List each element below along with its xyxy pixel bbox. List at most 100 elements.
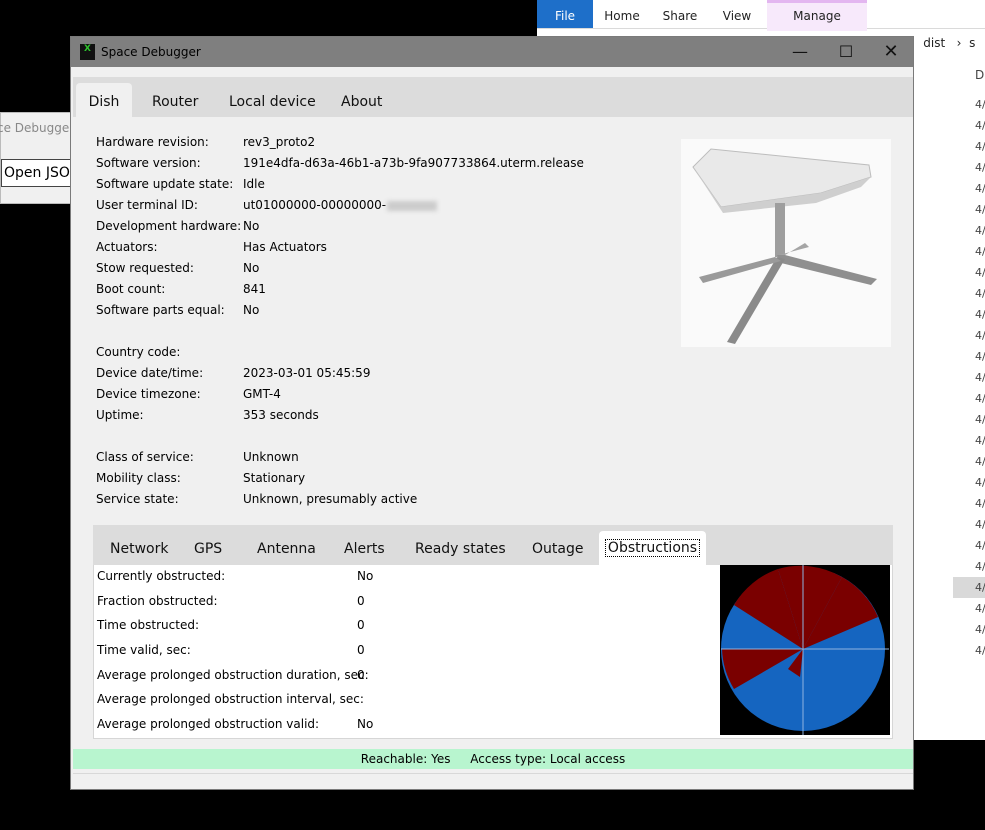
- explorer-breadcrumb[interactable]: › dist › s: [907, 36, 975, 50]
- date-cell[interactable]: 4/: [975, 518, 985, 531]
- obstruction-field-value: No: [357, 569, 374, 583]
- ribbon-tab-home[interactable]: Home: [595, 0, 649, 28]
- date-cell[interactable]: 4/: [975, 413, 985, 426]
- date-cell[interactable]: 4/: [975, 539, 985, 552]
- date-cell[interactable]: 4/: [975, 434, 985, 447]
- status-reachable: Reachable: Yes: [360, 752, 451, 766]
- dish-field-value-text: 841: [243, 282, 266, 296]
- obstruction-field-label: Currently obstructed:: [97, 569, 226, 583]
- obstruction-field-label: Time obstructed:: [97, 618, 199, 632]
- date-cell[interactable]: 4/: [975, 581, 985, 594]
- date-cell[interactable]: 4/: [975, 455, 985, 468]
- maximize-button[interactable]: ☐: [823, 37, 869, 67]
- tab-antenna[interactable]: Antenna: [257, 533, 316, 565]
- dish-field-value-text: Stationary: [243, 471, 306, 485]
- ribbon-tab-file[interactable]: File: [537, 0, 593, 28]
- ribbon-tab-view[interactable]: View: [711, 0, 763, 28]
- date-cell[interactable]: 4/: [975, 560, 985, 573]
- breadcrumb-next[interactable]: s: [969, 36, 975, 50]
- tab-dish[interactable]: Dish: [76, 83, 132, 117]
- tab-about[interactable]: About: [341, 81, 382, 117]
- dish-field-value: Unknown: [243, 450, 299, 464]
- date-cell[interactable]: 4/: [975, 308, 985, 321]
- dish-field-label: Actuators:: [96, 240, 158, 254]
- ribbon-tab-share[interactable]: Share: [653, 0, 707, 28]
- tab-ready-states[interactable]: Ready states: [415, 533, 506, 565]
- dish-field-label: Development hardware:: [96, 219, 242, 233]
- obstruction-field-label: Fraction obstructed:: [97, 594, 218, 608]
- date-cell[interactable]: 4/: [975, 182, 985, 195]
- ribbon-tab-manage[interactable]: Manage: [767, 0, 867, 31]
- date-cell[interactable]: 4/: [975, 644, 985, 657]
- date-cell[interactable]: 4/: [975, 203, 985, 216]
- tab-obstructions-label: Obstructions: [604, 539, 701, 557]
- date-cell[interactable]: 4/: [975, 497, 985, 510]
- dish-field-label: Device timezone:: [96, 387, 201, 401]
- date-cell[interactable]: 4/: [975, 98, 985, 111]
- tab-outage[interactable]: Outage: [532, 533, 583, 565]
- obstruction-field-value: 0: [357, 643, 365, 657]
- obstruction-map: [720, 565, 890, 735]
- date-cell[interactable]: 4/: [975, 371, 985, 384]
- window-title: Space Debugger: [101, 45, 201, 59]
- dish-field-value: No: [243, 303, 259, 317]
- date-cell[interactable]: 4/: [975, 140, 985, 153]
- date-cell[interactable]: 4/: [975, 245, 985, 258]
- dish-field-label: Class of service:: [96, 450, 194, 464]
- space-debugger-window: X Space Debugger — ☐ ✕ Dish Router Local…: [70, 36, 914, 790]
- date-cell[interactable]: 4/: [975, 266, 985, 279]
- date-column-header[interactable]: Da: [975, 68, 985, 82]
- dish-field-label: Mobility class:: [96, 471, 181, 485]
- dish-field-value: GMT-4: [243, 387, 281, 401]
- title-bar[interactable]: X Space Debugger — ☐ ✕: [71, 37, 913, 67]
- dish-field-label: Software parts equal:: [96, 303, 225, 317]
- dish-field-label: Stow requested:: [96, 261, 194, 275]
- dish-field-value: rev3_proto2: [243, 135, 315, 149]
- date-cell[interactable]: 4/: [975, 119, 985, 132]
- tab-router[interactable]: Router: [152, 81, 198, 117]
- dish-image: [681, 139, 891, 347]
- date-cell[interactable]: 4/: [975, 224, 985, 237]
- dish-field-label: Device date/time:: [96, 366, 204, 380]
- date-cell[interactable]: 4/: [975, 287, 985, 300]
- dish-field-label: Hardware revision:: [96, 135, 209, 149]
- dish-field-value: No: [243, 261, 259, 275]
- breadcrumb-dist[interactable]: dist: [923, 36, 945, 50]
- obstruction-field-value: 0: [357, 618, 365, 632]
- date-cell[interactable]: 4/: [975, 476, 985, 489]
- date-cell[interactable]: 4/: [975, 623, 985, 636]
- obstruction-field-label: Average prolonged obstruction valid:: [97, 717, 320, 731]
- tab-obstructions[interactable]: Obstructions: [599, 531, 706, 565]
- date-cell[interactable]: 4/: [975, 350, 985, 363]
- tab-alerts[interactable]: Alerts: [344, 533, 385, 565]
- tab-network[interactable]: Network: [110, 533, 168, 565]
- open-json-button[interactable]: Open JSON: [1, 159, 81, 187]
- dish-field-value: Unknown, presumably active: [243, 492, 417, 506]
- minimize-button[interactable]: —: [777, 37, 823, 67]
- tab-gps[interactable]: GPS: [194, 533, 222, 565]
- date-cell[interactable]: 4/: [975, 602, 985, 615]
- close-button[interactable]: ✕: [868, 37, 914, 67]
- dish-field-value-text: Idle: [243, 177, 265, 191]
- dish-field-value-text: Has Actuators: [243, 240, 327, 254]
- dish-field-value-text: 191e4dfa-d63a-46b1-a73b-9fa907733864.ute…: [243, 156, 584, 170]
- dish-field-value: 191e4dfa-d63a-46b1-a73b-9fa907733864.ute…: [243, 156, 584, 170]
- explorer-ribbon: File Home Share View Manage: [537, 0, 985, 31]
- dish-field-value-text: Unknown, presumably active: [243, 492, 418, 506]
- obstruction-field-label: Average prolonged obstruction duration, …: [97, 668, 369, 682]
- fragment-title: ce Debugger:: [0, 121, 79, 135]
- obstruction-field-label: Average prolonged obstruction interval, …: [97, 692, 364, 706]
- date-cell[interactable]: 4/: [975, 392, 985, 405]
- status-bar: Reachable: Yes Access type: Local access: [73, 749, 913, 769]
- tab-local-device[interactable]: Local device: [229, 81, 316, 117]
- app-icon: X: [80, 44, 95, 60]
- dish-field-value-text: No: [243, 303, 260, 317]
- obstruction-field-label: Time valid, sec:: [97, 643, 191, 657]
- breadcrumb-separator: ›: [956, 36, 962, 50]
- date-cell[interactable]: 4/: [975, 161, 985, 174]
- dish-field-value-text: 2023-03-01 05:45:59: [243, 366, 371, 380]
- date-cell[interactable]: 4/: [975, 329, 985, 342]
- dish-field-value-text: rev3_proto2: [243, 135, 316, 149]
- dish-field-label: Boot count:: [96, 282, 166, 296]
- dish-field-label: Country code:: [96, 345, 181, 359]
